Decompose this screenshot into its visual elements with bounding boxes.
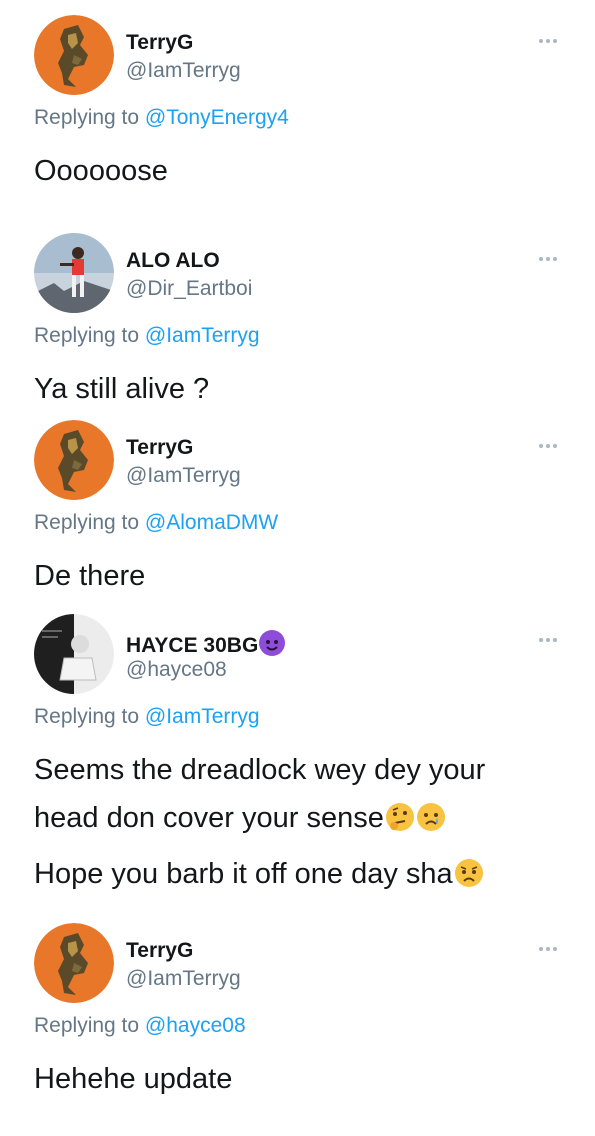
avatar[interactable] [34,420,114,500]
tweet-text-paragraph: Seems the dreadlock wey dey your head do… [34,746,564,842]
smiling-devil-icon [259,630,286,656]
replying-to: Replying to @AlomaDMW [34,511,278,535]
reply-mention-link[interactable]: @AlomaDMW [145,511,278,534]
more-options-icon[interactable] [539,638,557,642]
display-name[interactable]: TerryG [126,436,193,460]
replying-to: Replying to @IamTerryg [34,705,260,729]
crying-face-icon [416,799,446,831]
replying-to-label: Replying to [34,324,140,347]
worried-face-icon [454,855,484,887]
replying-to-label: Replying to [34,106,140,129]
tweet-text-line: Oooooose [34,155,168,187]
display-name-text: HAYCE 30BG [126,634,259,657]
thinking-face-icon [385,799,415,831]
more-options-icon[interactable] [539,947,557,951]
avatar[interactable] [34,233,114,313]
more-options-icon[interactable] [539,257,557,261]
tweet-text: Seems the dreadlock wey dey your head do… [34,746,564,898]
tweet-text-line: Hehehe update [34,1063,233,1095]
replying-to-label: Replying to [34,705,140,728]
tweet-text: Hehehe update [34,1055,564,1103]
user-handle[interactable]: @hayce08 [126,658,227,682]
reply-mention-link[interactable]: @hayce08 [145,1014,246,1037]
tweet-text-line: Ya still alive ? [34,373,210,405]
tweet-text-line: Seems the dreadlock wey dey your [34,754,486,786]
replying-to-label: Replying to [34,511,140,534]
replying-to: Replying to @IamTerryg [34,324,260,348]
tweet-text-line: head don cover your sense [34,802,384,834]
avatar[interactable] [34,15,114,95]
reply-mention-link[interactable]: @TonyEnergy4 [145,106,289,129]
tweet-text-paragraph: Hope you barb it off one day sha [34,850,564,898]
tweet-text: De there [34,552,564,600]
tweet-text: Ya still alive ? [34,365,564,413]
display-name[interactable]: HAYCE 30BG [126,630,286,658]
replying-to: Replying to @hayce08 [34,1014,246,1038]
tweet-text-line: De there [34,560,146,592]
replying-to: Replying to @TonyEnergy4 [34,106,289,130]
user-handle[interactable]: @Dir_Eartboi [126,277,252,301]
user-handle[interactable]: @IamTerryg [126,967,241,991]
user-handle[interactable]: @IamTerryg [126,464,241,488]
reply-mention-link[interactable]: @IamTerryg [145,705,260,728]
display-name[interactable]: ALO ALO [126,249,220,273]
tweet-text: Oooooose [34,147,564,195]
more-options-icon[interactable] [539,444,557,448]
tweet-text-line: Hope you barb it off one day sha [34,858,453,890]
replying-to-label: Replying to [34,1014,140,1037]
more-options-icon[interactable] [539,39,557,43]
display-name[interactable]: TerryG [126,939,193,963]
user-handle[interactable]: @IamTerryg [126,59,241,83]
display-name[interactable]: TerryG [126,31,193,55]
avatar[interactable] [34,614,114,694]
avatar[interactable] [34,923,114,1003]
reply-mention-link[interactable]: @IamTerryg [145,324,260,347]
